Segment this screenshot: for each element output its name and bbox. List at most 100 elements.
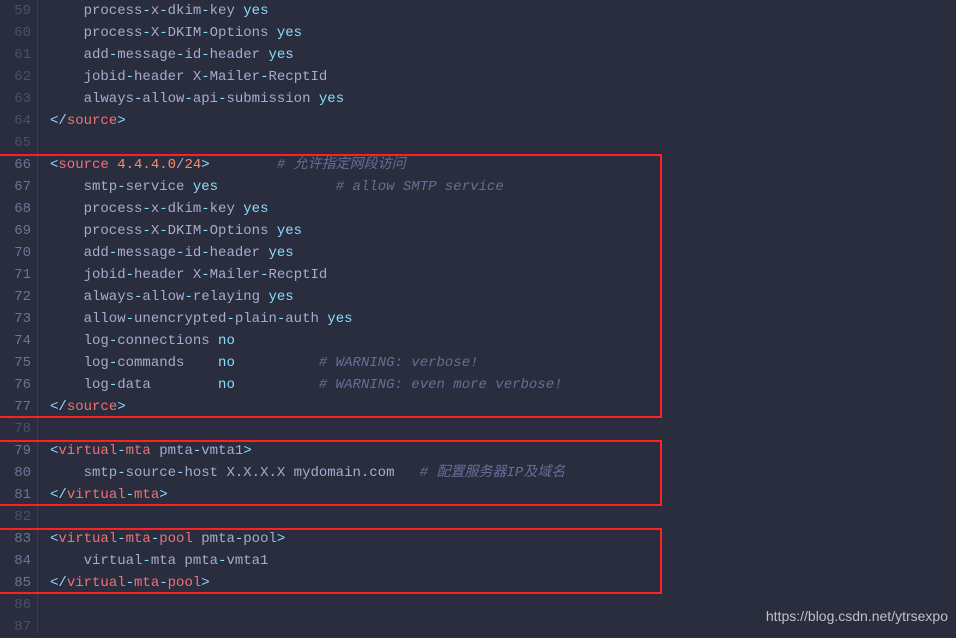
code-token: process (50, 25, 142, 41)
line-number: 63 (0, 88, 31, 110)
code-editor[interactable]: 5960616263646566676869707172737475767778… (0, 0, 956, 633)
watermark-text: https://blog.csdn.net/ytrsexpo (766, 605, 948, 627)
code-token: # WARNING: even more verbose! (319, 377, 563, 393)
code-token: - (184, 289, 192, 305)
code-token: 4.4.4.0 (117, 157, 176, 173)
code-token: X (151, 223, 159, 239)
code-token: smtp (50, 179, 117, 195)
code-line[interactable]: add-message-id-header yes (50, 44, 956, 66)
code-line[interactable]: process-x-dkim-key yes (50, 0, 956, 22)
code-line[interactable]: <source 4.4.4.0/24> # 允许指定网段访问 (50, 154, 956, 176)
line-number: 71 (0, 264, 31, 286)
code-token: smtp (50, 465, 117, 481)
code-token: source (126, 465, 176, 481)
code-token: mta (134, 575, 159, 591)
code-line[interactable]: smtp-source-host X.X.X.X mydomain.com # … (50, 462, 956, 484)
code-token: # 配置服务器IP及域名 (420, 465, 566, 481)
code-token: x (151, 201, 159, 217)
code-token: - (201, 47, 209, 63)
code-token: 24 (184, 157, 201, 173)
code-token: api (193, 91, 218, 107)
code-token: > (201, 575, 209, 591)
code-token: yes (193, 179, 218, 195)
code-token: source (58, 157, 117, 173)
code-token: dkim (168, 201, 202, 217)
code-line[interactable]: log-data no # WARNING: even more verbose… (50, 374, 956, 396)
code-token: plain (235, 311, 277, 327)
code-line[interactable]: log-commands no # WARNING: verbose! (50, 352, 956, 374)
code-token: pool (159, 531, 201, 547)
code-token: - (117, 179, 125, 195)
code-token: mta pmta (151, 553, 218, 569)
code-line[interactable]: always-allow-api-submission yes (50, 88, 956, 110)
code-area[interactable]: process-x-dkim-key yes process-X-DKIM-Op… (38, 0, 956, 633)
code-line[interactable] (50, 132, 956, 154)
code-line[interactable]: <virtual-mta pmta-vmta1> (50, 440, 956, 462)
code-token: no (218, 333, 235, 349)
code-token: - (109, 355, 117, 371)
code-line[interactable]: jobid-header X-Mailer-RecptId (50, 66, 956, 88)
code-token: DKIM (168, 223, 202, 239)
code-token: message (117, 245, 176, 261)
code-token: - (159, 575, 167, 591)
code-line[interactable]: allow-unencrypted-plain-auth yes (50, 308, 956, 330)
code-token: - (184, 91, 192, 107)
code-token: Options (210, 25, 277, 41)
code-line[interactable]: process-X-DKIM-Options yes (50, 22, 956, 44)
code-token: - (226, 311, 234, 327)
code-token: - (201, 267, 209, 283)
code-token: - (142, 553, 150, 569)
line-number: 73 (0, 308, 31, 330)
code-token: relaying (193, 289, 269, 305)
code-token: yes (243, 201, 268, 217)
line-number: 86 (0, 594, 31, 616)
code-token: DKIM (168, 25, 202, 41)
line-number: 84 (0, 550, 31, 572)
code-token: commands (117, 355, 218, 371)
code-token: allow (50, 311, 126, 327)
code-token: mta (126, 531, 151, 547)
code-token: - (201, 245, 209, 261)
line-number: 75 (0, 352, 31, 374)
code-token: id (184, 245, 201, 261)
code-line[interactable]: add-message-id-header yes (50, 242, 956, 264)
code-token: - (126, 69, 134, 85)
code-line[interactable]: </source> (50, 110, 956, 132)
line-number: 68 (0, 198, 31, 220)
code-token: connections (117, 333, 218, 349)
code-token: header (210, 245, 269, 261)
code-line[interactable]: </virtual-mta> (50, 484, 956, 506)
code-token: - (126, 575, 134, 591)
code-token: yes (268, 245, 293, 261)
line-number: 67 (0, 176, 31, 198)
code-token: yes (277, 25, 302, 41)
code-token: - (109, 245, 117, 261)
code-line[interactable]: jobid-header X-Mailer-RecptId (50, 264, 956, 286)
code-token: </ (50, 113, 67, 129)
code-line[interactable]: log-connections no (50, 330, 956, 352)
code-token: > (277, 531, 285, 547)
code-token: yes (268, 289, 293, 305)
code-line[interactable]: virtual-mta pmta-vmta1 (50, 550, 956, 572)
code-line[interactable] (50, 506, 956, 528)
code-token: - (109, 377, 117, 393)
code-line[interactable]: process-x-dkim-key yes (50, 198, 956, 220)
code-line[interactable]: smtp-service yes # allow SMTP service (50, 176, 956, 198)
code-token: pmta (159, 443, 193, 459)
code-token: process (50, 201, 142, 217)
code-token: key (210, 3, 244, 19)
code-line[interactable]: process-X-DKIM-Options yes (50, 220, 956, 242)
code-token: process (50, 223, 142, 239)
code-token: jobid (50, 267, 126, 283)
line-number: 66 (0, 154, 31, 176)
code-token: x (151, 3, 159, 19)
code-token: - (109, 47, 117, 63)
code-line[interactable]: </source> (50, 396, 956, 418)
code-line[interactable]: </virtual-mta-pool> (50, 572, 956, 594)
code-line[interactable]: <virtual-mta-pool pmta-pool> (50, 528, 956, 550)
code-token: virtual (67, 487, 126, 503)
code-line[interactable] (50, 418, 956, 440)
code-token: - (159, 223, 167, 239)
code-token: - (201, 3, 209, 19)
code-line[interactable]: always-allow-relaying yes (50, 286, 956, 308)
